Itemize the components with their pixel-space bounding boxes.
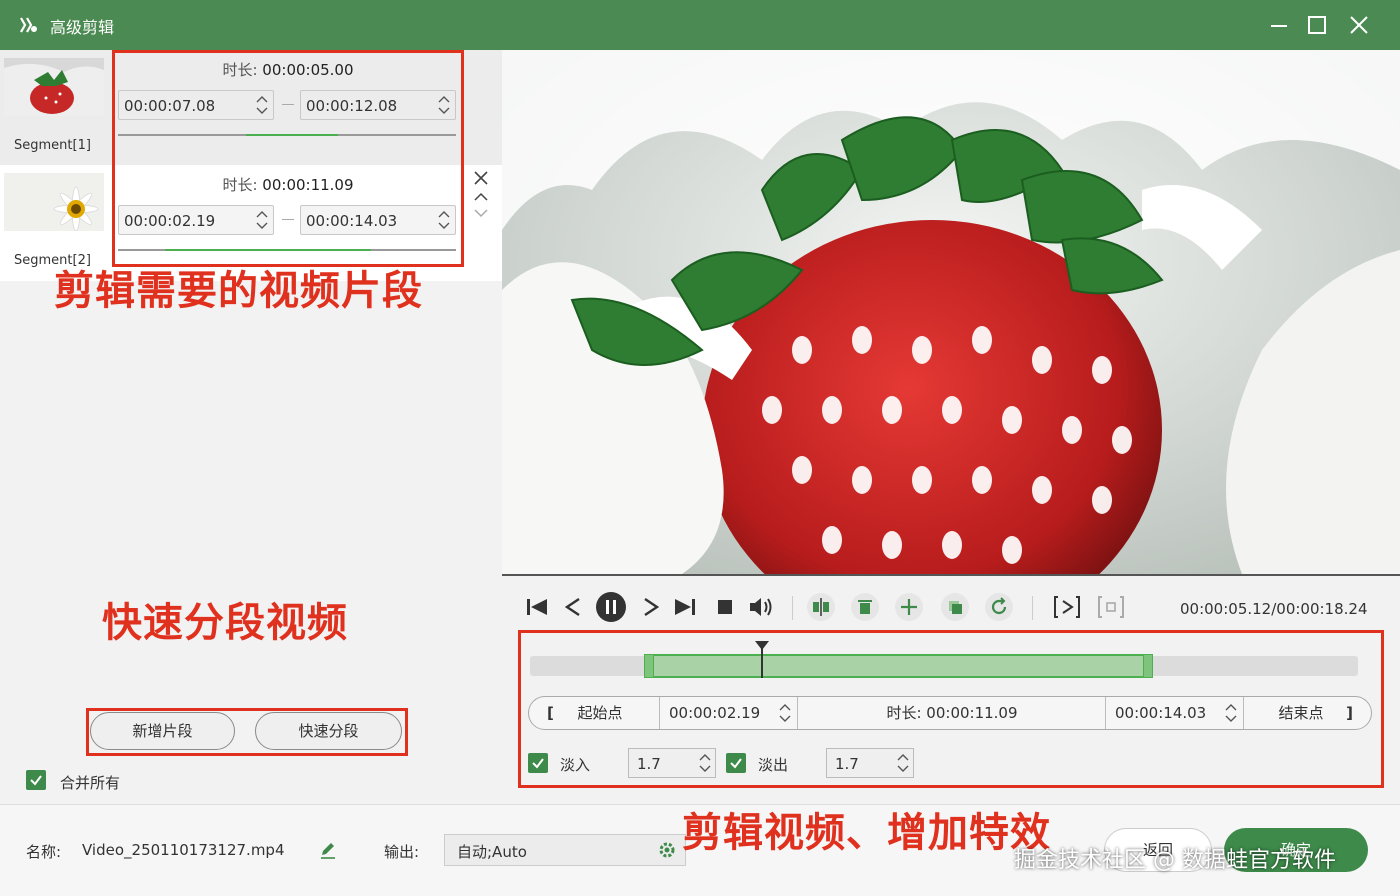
copy-icon[interactable] [940, 592, 970, 622]
set-end-label: 结束点 [1278, 704, 1324, 722]
check-icon [30, 775, 42, 786]
volume-icon[interactable] [746, 592, 776, 622]
minimize-icon[interactable] [1262, 8, 1296, 42]
skip-end-icon[interactable] [670, 592, 700, 622]
title-bar: 高级剪辑 [0, 0, 1400, 50]
check-icon [532, 758, 544, 769]
split-icon[interactable] [806, 592, 836, 622]
spin-arrows-icon[interactable] [697, 751, 713, 775]
set-start-button[interactable]: [ 起始点 [529, 697, 659, 729]
stop-icon[interactable] [710, 592, 740, 622]
fade-out-input[interactable]: 1.7 [826, 748, 914, 778]
annotation-box-segments [112, 50, 464, 267]
range-start-value: 00:00:02.19 [669, 704, 761, 722]
playhead[interactable] [760, 648, 763, 678]
merge-all-label: 合并所有 [60, 774, 121, 792]
preview-frame-strawberry [502, 50, 1400, 574]
maximize-icon[interactable] [1300, 8, 1334, 42]
control-separator [792, 596, 793, 620]
gear-icon[interactable] [657, 840, 677, 860]
range-separator [659, 697, 660, 729]
segment-thumbnail-strawberry [4, 58, 104, 116]
step-back-icon[interactable] [558, 592, 588, 622]
name-label: 名称: [26, 843, 62, 861]
fade-in-input[interactable]: 1.7 [628, 748, 716, 778]
annotation-edit-text: 剪辑视频、增加特效 [682, 810, 1051, 856]
spin-arrows-icon[interactable] [1223, 701, 1239, 725]
move-down-icon[interactable] [474, 209, 488, 218]
step-forward-icon[interactable] [636, 592, 666, 622]
reset-icon[interactable] [984, 592, 1014, 622]
skip-start-icon[interactable] [522, 592, 552, 622]
spin-arrows-icon[interactable] [777, 701, 793, 725]
watermark: 掘金技术社区 @ 数据蛙官方软件 [1014, 848, 1336, 873]
range-duration: 时长: 00:00:11.09 [799, 697, 1105, 729]
spin-arrows-icon[interactable] [895, 751, 911, 775]
timeline-end-handle[interactable] [1143, 654, 1153, 678]
fade-in-value: 1.7 [637, 755, 661, 773]
segment-name: Segment[1] [14, 138, 91, 153]
set-end-button[interactable]: 结束点 ] [1243, 697, 1371, 729]
range-separator [1105, 697, 1106, 729]
edit-name-icon[interactable] [318, 840, 338, 860]
remove-segment-icon[interactable] [474, 171, 488, 185]
add-icon[interactable] [894, 592, 924, 622]
app-logo-icon [20, 17, 37, 33]
control-separator [1032, 596, 1033, 620]
set-start-label: 起始点 [577, 704, 623, 722]
fade-in-label: 淡入 [560, 756, 591, 774]
fade-in-checkbox[interactable] [528, 753, 548, 773]
window-title: 高级剪辑 [50, 18, 115, 37]
range-end-value: 00:00:14.03 [1115, 704, 1207, 722]
filename: Video_250110173127.mp4 [82, 841, 285, 859]
output-select[interactable]: 自动;Auto [444, 834, 686, 866]
output-value: 自动;Auto [457, 843, 527, 861]
move-up-icon[interactable] [474, 192, 488, 201]
time-readout: 00:00:05.12/00:00:18.24 [1180, 600, 1368, 618]
fullscreen-icon[interactable] [1096, 592, 1126, 622]
annotation-segments-text: 剪辑需要的视频片段 [54, 268, 423, 314]
close-icon[interactable] [1342, 8, 1376, 42]
fade-out-checkbox[interactable] [726, 753, 746, 773]
segment-thumbnail-daisy [4, 173, 104, 231]
range-bar: [ 起始点 00:00:02.19 时长: 00:00:11.09 00:00:… [528, 696, 1372, 730]
segment-tools [474, 171, 488, 218]
timeline-selection[interactable] [645, 654, 1151, 678]
fade-out-value: 1.7 [835, 755, 859, 773]
range-end-input[interactable]: 00:00:14.03 [1115, 697, 1235, 729]
range-duration-label: 时长: [886, 704, 922, 722]
video-preview[interactable] [502, 50, 1400, 574]
bracket-right-icon: ] [1346, 704, 1353, 722]
range-duration-value: 00:00:11.09 [926, 704, 1018, 722]
preview-segment-icon[interactable] [1052, 592, 1082, 622]
fade-out-label: 淡出 [758, 756, 789, 774]
preview-divider [502, 574, 1400, 576]
delete-icon[interactable] [850, 592, 880, 622]
bracket-left-icon: [ [547, 704, 554, 722]
output-label: 输出: [384, 843, 420, 861]
check-icon [730, 758, 742, 769]
annotation-split-text: 快速分段视频 [102, 600, 348, 646]
timeline-start-handle[interactable] [643, 654, 654, 678]
annotation-box-split [86, 708, 408, 756]
merge-all-checkbox[interactable] [26, 770, 46, 790]
pause-icon[interactable] [594, 590, 628, 624]
range-separator [797, 697, 798, 729]
